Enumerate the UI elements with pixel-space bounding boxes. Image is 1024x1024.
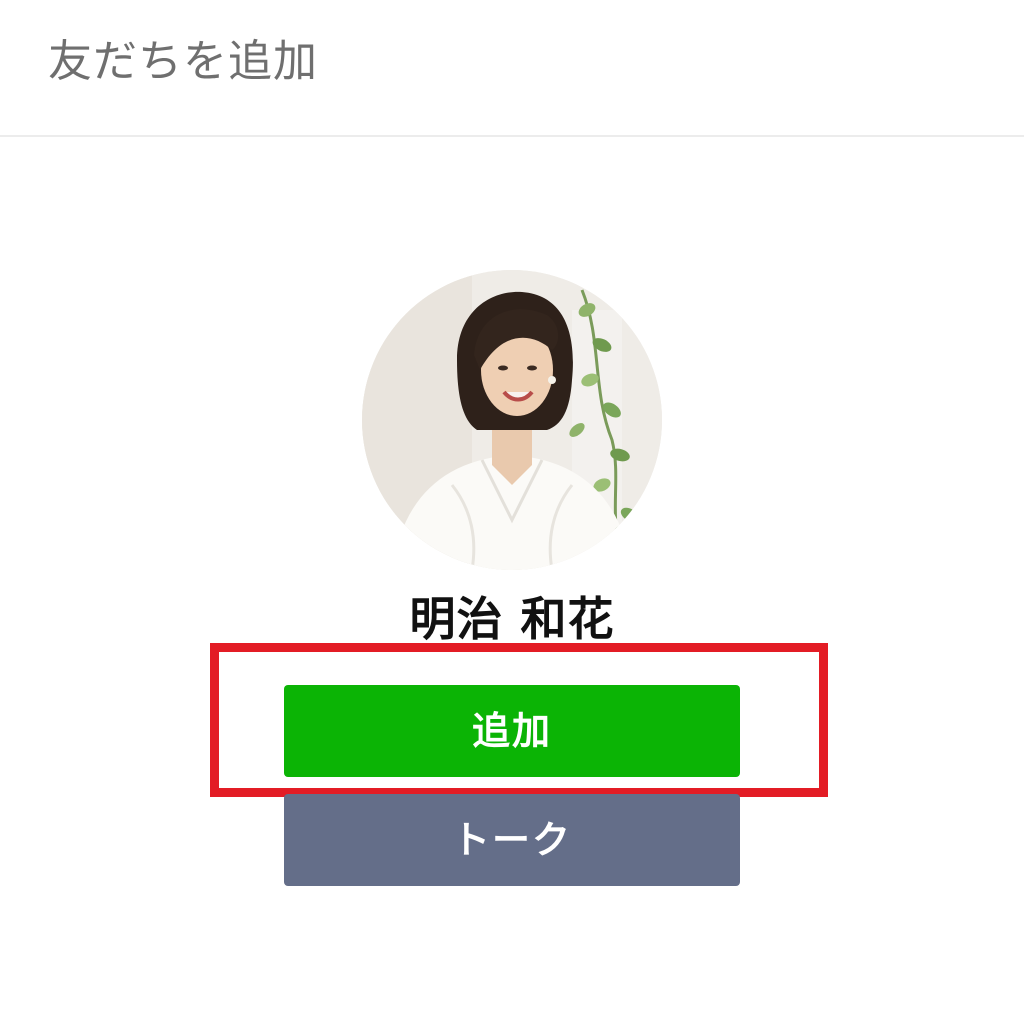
talk-button[interactable]: トーク [284,794,740,886]
avatar [362,270,662,570]
add-friend-screen: 友だちを追加 明治 和花 追加 トーク [0,0,1024,1024]
profile-photo [362,270,662,570]
header-bar: 友だちを追加 [0,0,1024,137]
profile-name: 明治 和花 [409,592,615,646]
add-friend-button[interactable]: 追加 [284,685,740,777]
page-title: 友だちを追加 [48,36,318,87]
